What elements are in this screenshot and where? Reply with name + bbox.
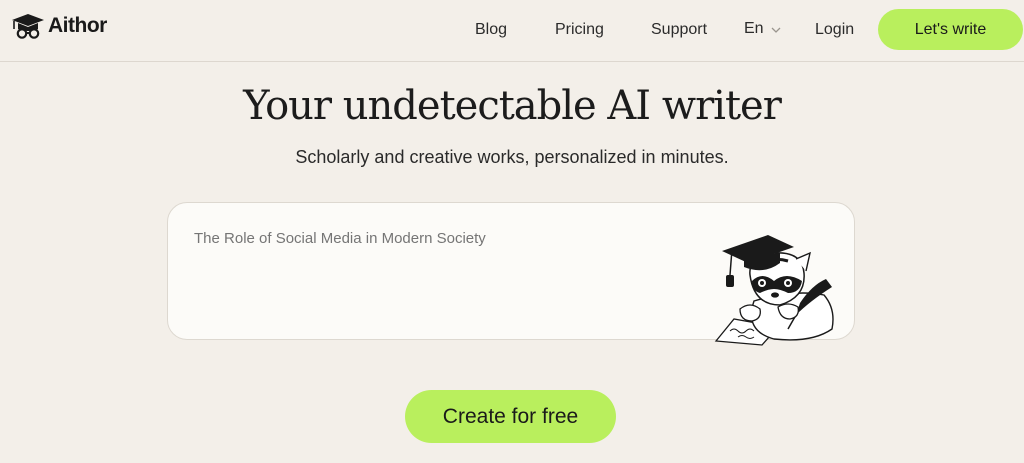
nav-blog-link[interactable]: Blog <box>475 20 507 40</box>
brand-name: Aithor <box>48 14 107 37</box>
login-link[interactable]: Login <box>815 20 854 40</box>
lets-write-button[interactable]: Let's write <box>878 9 1023 50</box>
site-header: Aithor Blog Pricing Support En Login Let… <box>0 0 1024 62</box>
logo[interactable]: Aithor <box>11 11 107 41</box>
language-label: En <box>744 20 764 37</box>
page-subtitle: Scholarly and creative works, personaliz… <box>295 147 729 167</box>
topic-input[interactable] <box>194 230 714 248</box>
topic-input-card[interactable] <box>167 202 855 346</box>
raccoon-mascot-illustration <box>714 235 834 346</box>
nav-support-link[interactable]: Support <box>651 20 707 40</box>
graduation-cap-logo-icon <box>12 14 44 39</box>
nav-pricing-link[interactable]: Pricing <box>555 20 604 40</box>
language-selector[interactable]: En <box>744 20 781 38</box>
create-for-free-button[interactable]: Create for free <box>405 390 616 443</box>
page-title: Your undetectable AI writer <box>243 83 782 129</box>
chevron-down-icon <box>771 27 781 33</box>
